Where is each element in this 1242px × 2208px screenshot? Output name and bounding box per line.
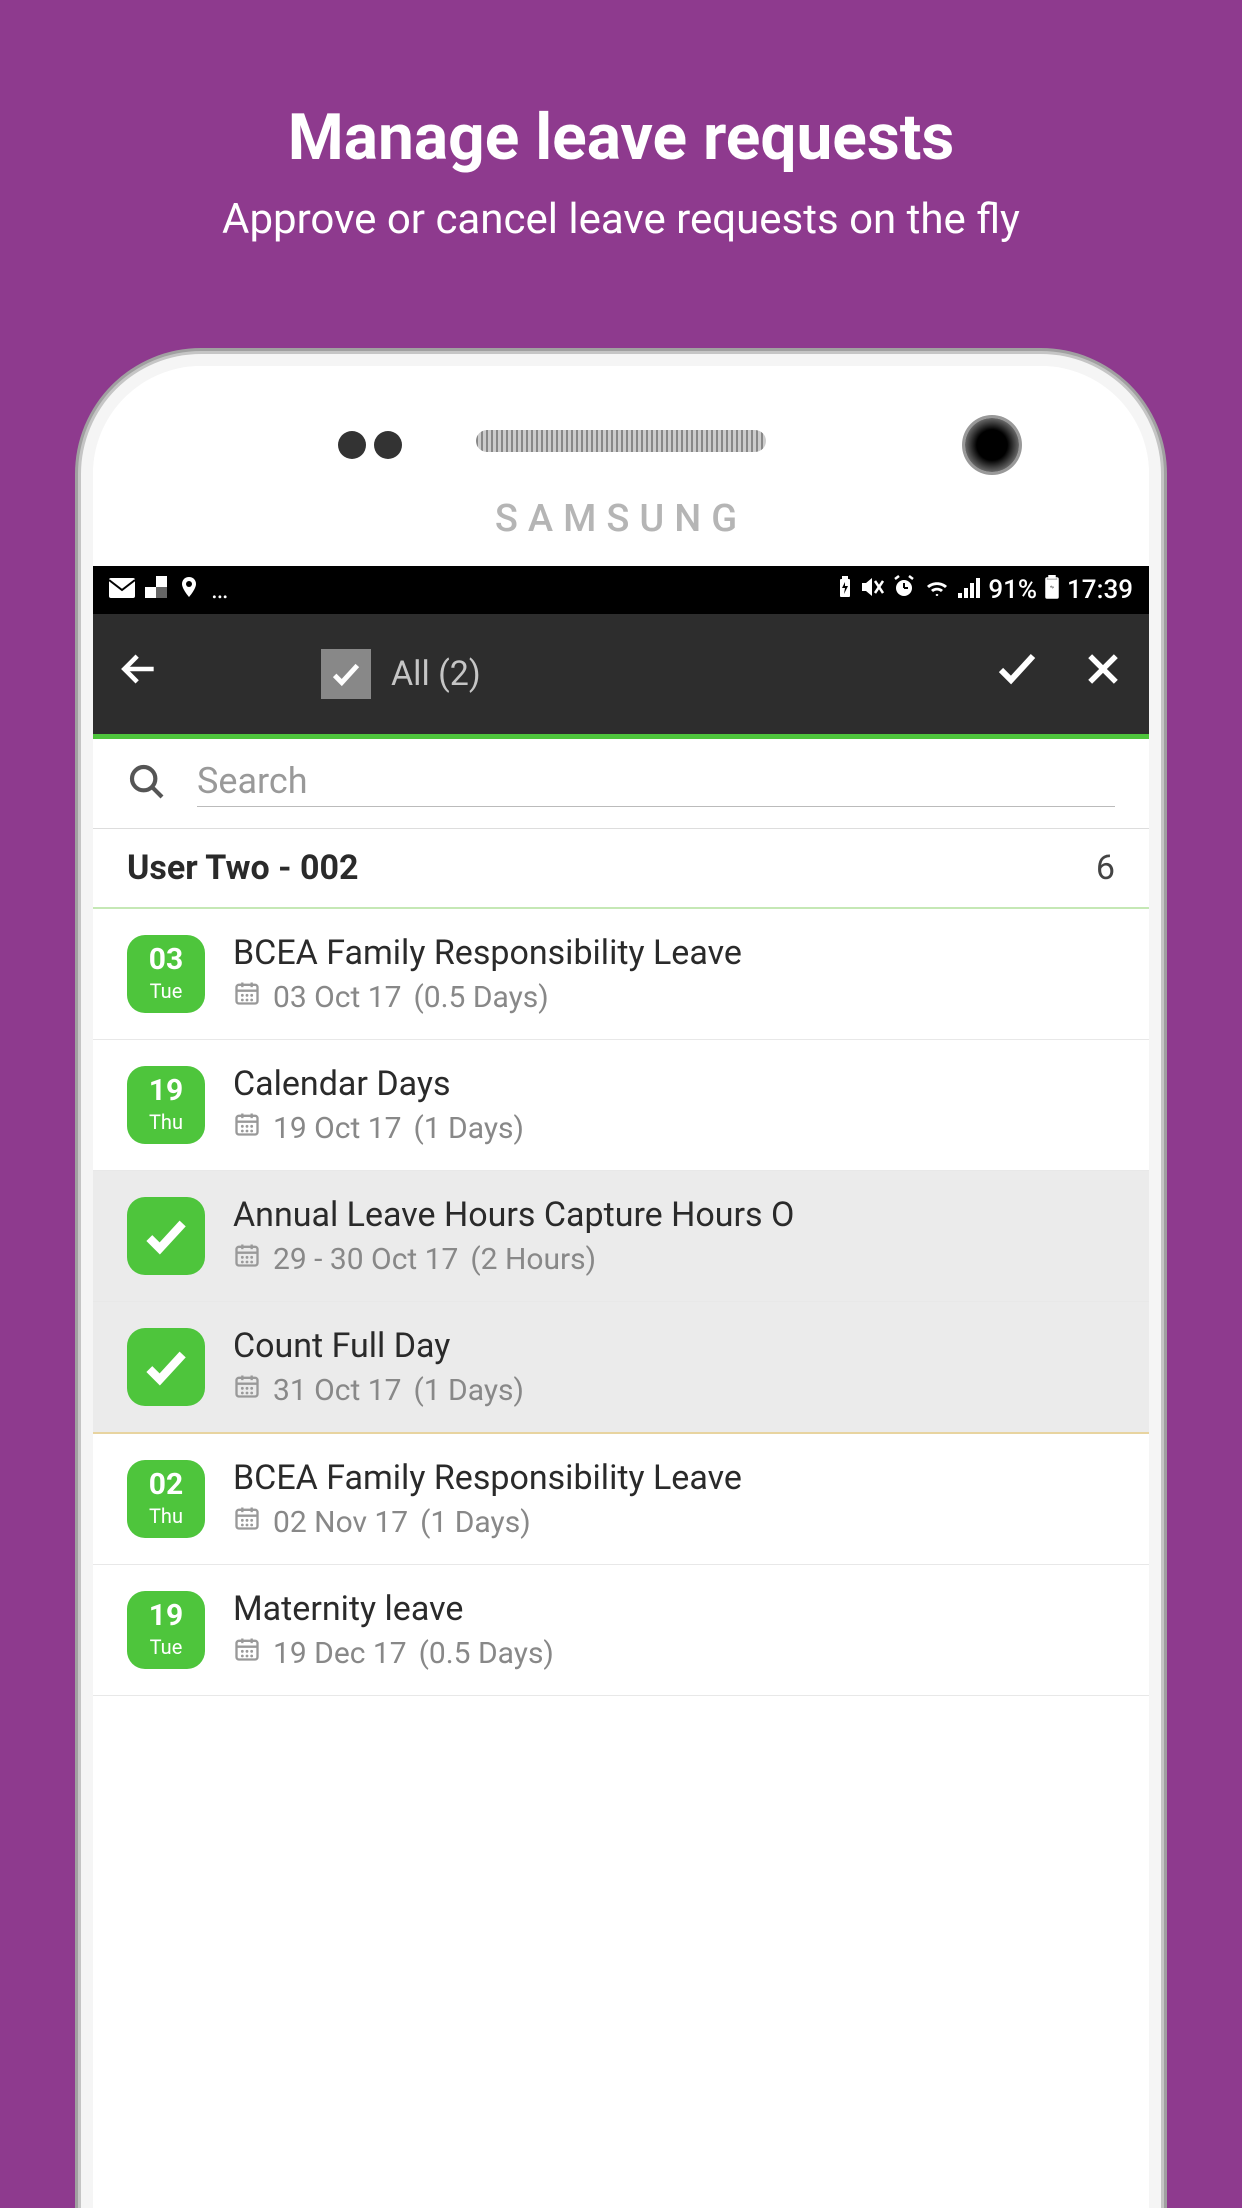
back-button[interactable] [117, 647, 161, 702]
speaker-grille [476, 430, 766, 452]
leave-title: Maternity leave [233, 1589, 1115, 1629]
select-all-group: All (2) [321, 649, 953, 699]
promo-heading: Manage leave requests [288, 100, 955, 175]
date-dow: Thu [149, 1504, 183, 1528]
search-input[interactable] [197, 760, 1115, 807]
date-day: 03 [149, 945, 183, 975]
battery-icon [1045, 575, 1059, 606]
leave-duration: (0.5 Days) [419, 1636, 554, 1671]
search-icon [127, 762, 167, 806]
leave-title: Calendar Days [233, 1064, 1115, 1104]
leave-meta: 02 Nov 17 (1 Days) [233, 1504, 1115, 1540]
status-time: 17:39 [1067, 575, 1133, 605]
leave-content: BCEA Family Responsibility Leave 02 Nov 1… [233, 1458, 1115, 1540]
status-left-icons: … [109, 575, 228, 605]
leave-title: Count Full Day [233, 1326, 1115, 1366]
calendar-icon [233, 1635, 261, 1671]
phone-frame: SAMSUNG … [81, 354, 1161, 2208]
date-dow: Tue [150, 979, 183, 1003]
leave-content: Annual Leave Hours Capture Hours O 29 - 3… [233, 1195, 1115, 1277]
calendar-icon [233, 1372, 261, 1408]
leave-content: BCEA Family Responsibility Leave 03 Oct 1… [233, 933, 1115, 1015]
leave-meta: 31 Oct 17 (1 Days) [233, 1372, 1115, 1408]
phone-hardware-top: SAMSUNG [93, 366, 1149, 566]
leave-date: 31 Oct 17 [273, 1373, 401, 1408]
more-icon: … [211, 575, 228, 605]
phone-screen: … [93, 566, 1149, 1696]
camera-lens [965, 418, 1019, 472]
leave-meta: 19 Oct 17 (1 Days) [233, 1110, 1115, 1146]
date-dow: Tue [150, 1635, 183, 1659]
battery-pct: 91% [988, 575, 1037, 605]
selected-check-badge[interactable] [127, 1328, 205, 1406]
select-all-checkbox[interactable] [321, 649, 371, 699]
leave-meta: 03 Oct 17 (0.5 Days) [233, 979, 1115, 1015]
volume-muted-icon [860, 575, 884, 605]
status-bar: … [93, 566, 1149, 614]
leave-content: Calendar Days 19 Oct 17 (1 Days) [233, 1064, 1115, 1146]
user-count-label: 6 [1096, 848, 1115, 888]
leave-date: 19 Oct 17 [273, 1111, 401, 1146]
signal-icon [958, 575, 980, 605]
leave-date: 03 Oct 17 [273, 980, 401, 1015]
calendar-icon [233, 1110, 261, 1146]
leave-row[interactable]: Annual Leave Hours Capture Hours O 29 - 3… [93, 1171, 1149, 1302]
wifi-icon [924, 575, 950, 605]
selected-check-badge[interactable] [127, 1197, 205, 1275]
select-all-label: All (2) [391, 654, 481, 694]
charging-icon [838, 575, 852, 605]
leave-meta: 19 Dec 17 (0.5 Days) [233, 1635, 1115, 1671]
status-right-icons: 91% 17:39 [838, 575, 1133, 606]
leave-row[interactable]: Count Full Day 31 Oct 17 (1 Days) [93, 1302, 1149, 1434]
leave-date: 02 Nov 17 [273, 1505, 408, 1540]
leave-duration: (0.5 Days) [413, 980, 548, 1015]
leave-meta: 29 - 30 Oct 17 (2 Hours) [233, 1241, 1115, 1277]
leave-content: Maternity leave 19 Dec 17 (0.5 Days) [233, 1589, 1115, 1671]
leave-date: 29 - 30 Oct 17 [273, 1242, 458, 1277]
date-badge[interactable]: 02 Thu [127, 1460, 205, 1538]
date-badge[interactable]: 19 Thu [127, 1066, 205, 1144]
leave-row[interactable]: 02 Thu BCEA Family Responsibility Leave 02 … [93, 1434, 1149, 1565]
search-row [93, 739, 1149, 829]
alarm-icon [892, 575, 916, 606]
leave-row[interactable]: 03 Tue BCEA Family Responsibility Leave 03 … [93, 909, 1149, 1040]
leave-title: Annual Leave Hours Capture Hours O [233, 1195, 1115, 1235]
user-name-label: User Two - 002 [127, 848, 358, 888]
promo-subheading: Approve or cancel leave requests on the … [222, 195, 1020, 244]
leave-row[interactable]: 19 Thu Calendar Days 19 Oct 17 (1 Days) [93, 1040, 1149, 1171]
leave-row[interactable]: 19 Tue Maternity leave 19 Dec 17 (0.5 Days) [93, 1565, 1149, 1696]
leave-title: BCEA Family Responsibility Leave [233, 933, 1115, 973]
calendar-icon [233, 1504, 261, 1540]
date-day: 19 [149, 1076, 183, 1106]
user-header: User Two - 002 6 [93, 829, 1149, 909]
brand-logo: SAMSUNG [495, 497, 747, 541]
calendar-icon [233, 979, 261, 1015]
leave-date: 19 Dec 17 [273, 1636, 407, 1671]
phone-inner: SAMSUNG … [93, 366, 1149, 2208]
leave-duration: (1 Days) [413, 1111, 523, 1146]
approve-button[interactable] [993, 644, 1041, 704]
date-badge[interactable]: 19 Tue [127, 1591, 205, 1669]
leave-content: Count Full Day 31 Oct 17 (1 Days) [233, 1326, 1115, 1408]
leave-title: BCEA Family Responsibility Leave [233, 1458, 1115, 1498]
maps-icon [177, 575, 201, 605]
flipboard-icon [145, 576, 167, 604]
sensor-dots [338, 431, 402, 459]
action-bar: All (2) [93, 614, 1149, 734]
action-bar-actions [993, 644, 1125, 704]
date-day: 02 [149, 1470, 183, 1500]
cancel-button[interactable] [1081, 646, 1125, 703]
mail-icon [109, 576, 135, 604]
leave-duration: (2 Hours) [470, 1242, 596, 1277]
date-badge[interactable]: 03 Tue [127, 935, 205, 1013]
calendar-icon [233, 1241, 261, 1277]
date-dow: Thu [149, 1110, 183, 1134]
leave-duration: (1 Days) [420, 1505, 530, 1540]
date-day: 19 [149, 1601, 183, 1631]
leave-duration: (1 Days) [413, 1373, 523, 1408]
leave-list: 03 Tue BCEA Family Responsibility Leave 03 … [93, 909, 1149, 1696]
